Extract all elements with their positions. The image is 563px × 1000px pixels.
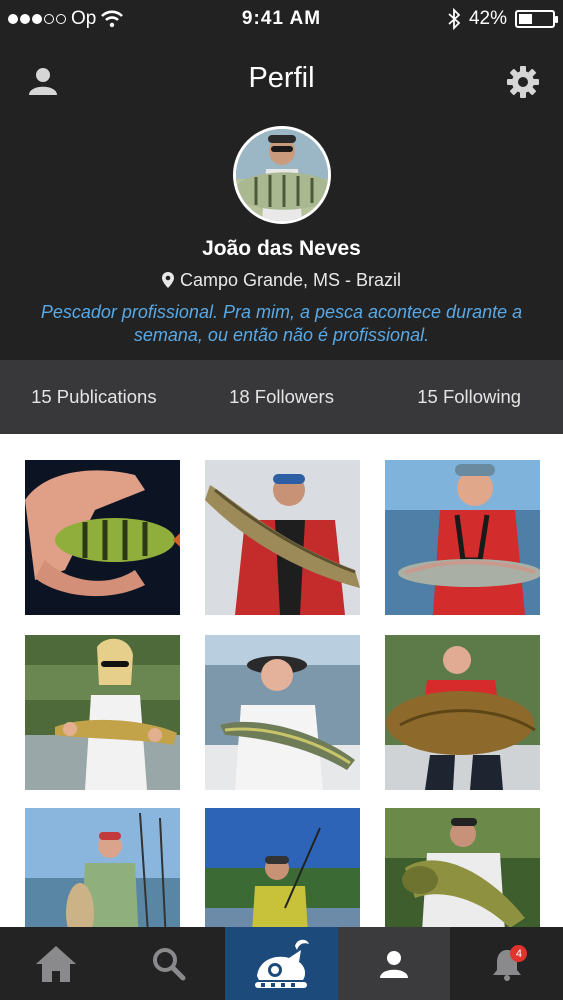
photo-tile[interactable] [385,635,540,790]
notification-badge: 4 [510,945,528,962]
location-text: Campo Grande, MS - Brazil [179,270,402,290]
location-pin-icon [161,272,174,288]
photo-tile[interactable] [205,460,360,615]
photo-tile[interactable] [385,808,540,930]
page-title: Perfil [248,62,315,94]
tab-search[interactable] [113,927,226,1000]
photo-tile[interactable] [205,635,360,790]
fish-logo-icon [255,939,310,988]
search-icon [152,947,186,980]
status-bar: Op 9:41 AM 42% [0,0,563,38]
followers-count[interactable]: 18 Followers [188,360,376,434]
battery-icon [515,10,558,28]
status-right: 42% [447,8,558,30]
tab-notifications[interactable]: 4 [450,927,563,1000]
photo-tile[interactable] [25,808,180,930]
photo-tile[interactable] [25,635,180,790]
tab-bar: 4 [0,927,563,1000]
battery-percent: 42% [468,8,507,29]
following-count[interactable]: 15 Following [375,360,563,434]
avatar[interactable] [233,126,331,224]
home-icon [36,945,77,982]
profile-icon [380,950,409,978]
publications-count[interactable]: 15 Publications [0,360,188,434]
profile-bio: Pescador profissional. Pra mim, a pesca … [40,302,523,345]
publications-grid [25,460,541,930]
profile-location: Campo Grande, MS - Brazil [0,270,563,291]
gear-icon[interactable] [505,64,541,105]
bluetooth-icon [448,8,461,30]
profile-stats: 15 Publications 18 Followers 15 Followin… [0,360,563,434]
photo-tile[interactable] [205,808,360,930]
tab-home[interactable] [0,927,113,1000]
tab-profile[interactable] [337,927,451,1000]
profile-name: João das Neves [202,237,361,260]
navigation-bar: Perfil [0,50,563,114]
tab-fish-logo[interactable] [225,927,338,1000]
photo-tile[interactable] [25,460,180,615]
photo-tile[interactable] [385,460,540,615]
